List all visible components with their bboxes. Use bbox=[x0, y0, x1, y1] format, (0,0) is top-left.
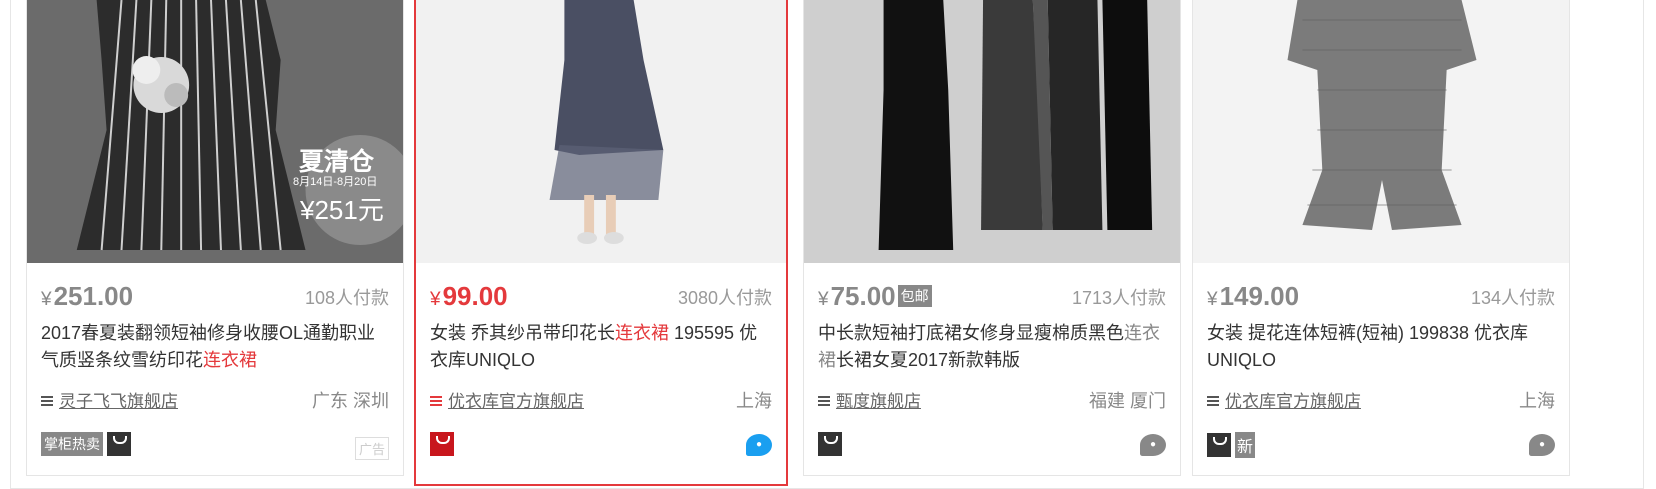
tmall-icon[interactable] bbox=[107, 432, 131, 456]
product-card[interactable]: ¥75.00 包邮 1713人付款 中长款短袖打底裙女修身显瘦棉质黑色连衣裙长裙女… bbox=[803, 0, 1181, 476]
wangwang-chat-icon[interactable]: ● bbox=[746, 434, 772, 456]
shop-link[interactable]: 灵子飞飞旗舰店 bbox=[41, 387, 178, 412]
new-badge[interactable]: 新 bbox=[1235, 432, 1256, 458]
shop-icon bbox=[818, 394, 830, 408]
shop-location: 广东 深圳 bbox=[311, 391, 389, 411]
tmall-icon[interactable] bbox=[818, 432, 842, 456]
product-title[interactable]: 女装 提花连体短裤(短袖) 199838 优衣库UNIQLO bbox=[1207, 320, 1552, 374]
product-image[interactable] bbox=[1193, 0, 1569, 263]
product-card[interactable]: ¥99.00 3080人付款 女装 乔其纱吊带印花长连衣裙 195595 优衣库… bbox=[414, 0, 788, 486]
shop-link[interactable]: 优衣库官方旗舰店 bbox=[430, 387, 584, 412]
deal-count: 1713人付款 bbox=[1071, 288, 1166, 308]
shop-location: 上海 bbox=[736, 391, 772, 411]
tmall-icon[interactable] bbox=[1207, 433, 1231, 457]
product-price: ¥75.00 包邮 bbox=[818, 281, 932, 312]
shop-location: 福建 厦门 bbox=[1088, 391, 1166, 411]
product-title[interactable]: 2017春夏装翻领短袖修身收腰OL通勤职业气质竖条纹雪纺印花连衣裙 bbox=[41, 320, 386, 374]
deal-count: 108人付款 bbox=[304, 288, 389, 308]
badge-row: 新 bbox=[1207, 432, 1256, 458]
product-image[interactable]: 夏清仓 8月14日-8月20日 ¥251元 bbox=[27, 0, 403, 263]
promo-date: 8月14日-8月20日 bbox=[293, 176, 378, 188]
shop-link[interactable]: 甄度旗舰店 bbox=[818, 387, 921, 412]
shop-location: 上海 bbox=[1519, 391, 1555, 411]
shop-icon bbox=[1207, 394, 1219, 408]
promo-price: ¥251元 bbox=[300, 195, 384, 225]
wangwang-chat-icon[interactable]: ● bbox=[1529, 434, 1555, 456]
product-card[interactable]: 夏清仓 8月14日-8月20日 ¥251元 ¥251.00 108人付款 201… bbox=[26, 0, 404, 476]
badge-row bbox=[818, 432, 842, 456]
product-title[interactable]: 女装 乔其纱吊带印花长连衣裙 195595 优衣库UNIQLO bbox=[430, 320, 775, 374]
shop-icon bbox=[430, 394, 442, 408]
wangwang-chat-icon[interactable]: ● bbox=[1140, 434, 1166, 456]
product-price: ¥251.00 bbox=[41, 281, 134, 311]
tmall-icon[interactable] bbox=[430, 432, 454, 456]
deal-count: 3080人付款 bbox=[677, 288, 772, 308]
product-card[interactable]: ¥149.00 134人付款 女装 提花连体短裤(短袖) 199838 优衣库U… bbox=[1192, 0, 1570, 476]
product-image[interactable] bbox=[416, 0, 786, 263]
shop-link[interactable]: 优衣库官方旗舰店 bbox=[1207, 387, 1361, 412]
ad-label: 广告 bbox=[354, 437, 389, 460]
shop-icon bbox=[41, 394, 53, 408]
product-price: ¥149.00 bbox=[1207, 281, 1300, 311]
product-title[interactable]: 中长款短袖打底裙女修身显瘦棉质黑色连衣裙长裙女夏2017新款韩版 bbox=[818, 320, 1163, 374]
badge-row bbox=[430, 432, 454, 456]
badge-row: 掌柜热卖 bbox=[41, 432, 131, 456]
free-shipping-badge: 包邮 bbox=[897, 285, 932, 307]
deal-count: 134人付款 bbox=[1470, 288, 1555, 308]
product-image[interactable] bbox=[804, 0, 1180, 263]
hot-seller-badge[interactable]: 掌柜热卖 bbox=[41, 432, 103, 456]
product-price: ¥99.00 bbox=[430, 281, 508, 311]
